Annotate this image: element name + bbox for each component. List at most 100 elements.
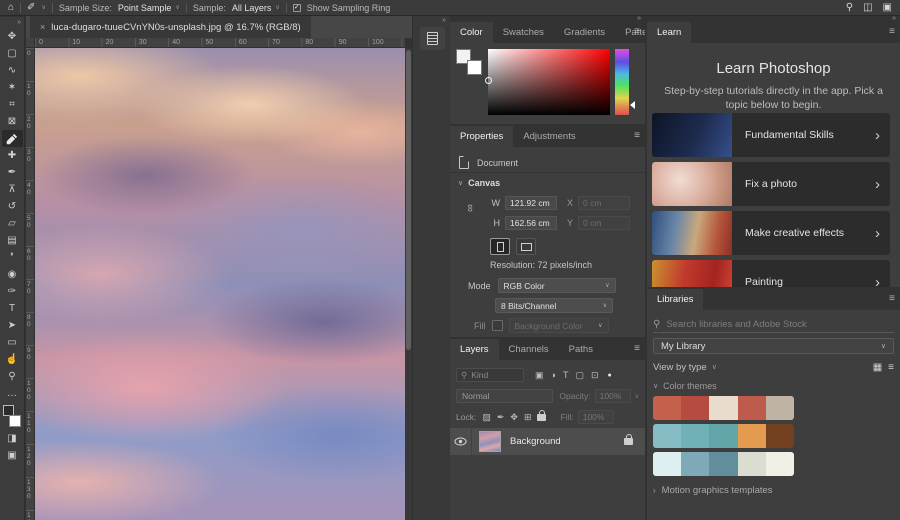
lock-all-icon[interactable] [537,414,546,421]
bit-depth-select[interactable]: 8 Bits/Channel ∨ [495,298,613,313]
hue-slider[interactable] [615,49,629,115]
crop-tool[interactable]: ⌗ [2,96,23,113]
canvas-image[interactable] [35,48,405,520]
lasso-tool[interactable]: ∿ [2,62,23,79]
lock-transparency-icon[interactable]: ▨ [482,412,491,423]
layer-thumbnail[interactable] [479,431,501,452]
background-color-swatch[interactable] [9,415,21,427]
view-by-type-label[interactable]: View by type [653,362,707,373]
grid-view-icon[interactable]: ▦ [873,362,882,373]
color-theme-swatch[interactable] [681,424,709,448]
type-tool[interactable]: T [2,300,23,317]
color-field-marker[interactable] [485,77,492,84]
move-tool[interactable]: ✥ [2,28,23,45]
marquee-tool[interactable]: ▢ [2,45,23,62]
tab-adjustments[interactable]: Adjustments [513,126,585,147]
filter-type-layers-icon[interactable]: T [563,370,569,381]
lock-artboard-icon[interactable]: ⊞ [524,412,532,423]
filter-smart-objects-icon[interactable]: ⊡ [591,370,599,381]
layer-row-background[interactable]: Background [450,428,645,455]
tab-channels[interactable]: Channels [499,339,559,360]
eyedropper-tool-icon[interactable]: ✐ [27,2,35,13]
color-theme-swatch[interactable] [738,424,766,448]
eraser-tool[interactable]: ▱ [2,215,23,232]
color-themes-header[interactable]: ∨ Color themes [653,381,717,391]
zoom-tool[interactable]: ⚲ [2,368,23,385]
libraries-search-input[interactable]: ⚲ Search libraries and Adobe Stock [653,317,894,333]
arrange-documents-icon[interactable]: ◫ [863,2,872,13]
learn-card-painting[interactable]: Painting› [652,260,890,287]
library-select[interactable]: My Library ∨ [653,338,894,354]
color-theme-swatch[interactable] [653,452,681,476]
panel-collapse-icon[interactable]: » [442,17,446,24]
tab-libraries[interactable]: Libraries [647,289,703,310]
motion-graphics-header[interactable]: › Motion graphics templates [653,485,773,496]
path-selection-tool[interactable]: ➤ [2,317,23,334]
history-brush-tool[interactable]: ↺ [2,198,23,215]
document-row[interactable]: Document [450,153,645,173]
hand-tool[interactable]: ☝ [2,351,23,368]
color-mode-select[interactable]: RGB Color ∨ [498,278,616,293]
shape-tool[interactable]: ▭ [2,334,23,351]
blur-tool[interactable]: ❜ [2,249,23,266]
object-selection-tool[interactable]: ✶ [2,79,23,96]
color-theme-swatch[interactable] [738,452,766,476]
color-theme-swatch[interactable] [681,452,709,476]
color-theme-swatch[interactable] [709,452,737,476]
filter-adjustment-layers-icon[interactable]: ◑ [551,370,556,381]
home-icon[interactable]: ⌂ [8,2,14,13]
color-theme-swatch[interactable] [709,424,737,448]
layer-lock-icon[interactable] [624,438,633,445]
color-theme-swatch[interactable] [653,396,681,420]
close-icon[interactable]: × [40,22,45,32]
color-theme-swatch[interactable] [681,396,709,420]
color-theme-swatch[interactable] [709,396,737,420]
orientation-portrait-button[interactable] [490,238,510,255]
sample-size-select[interactable]: Point Sample∨ [118,3,180,13]
tab-color[interactable]: Color [450,22,493,43]
search-icon[interactable]: ⚲ [846,2,853,13]
workspace-icon[interactable]: ▣ [883,2,892,13]
screen-mode-button[interactable]: ▣ [2,447,23,464]
tab-paths[interactable]: Paths [559,339,603,360]
document-tab[interactable]: × luca-dugaro-tuueCVnYN0s-unsplash.jpg @… [30,16,311,38]
canvas-scrollbar[interactable] [405,48,412,520]
color-theme-row[interactable] [653,452,794,476]
orientation-landscape-button[interactable] [516,238,536,255]
width-field[interactable]: 121.92 cm [505,196,557,210]
gradient-tool[interactable]: ▤ [2,232,23,249]
filter-shape-layers-icon[interactable]: ▢ [575,370,584,381]
color-theme-swatch[interactable] [766,396,794,420]
y-field[interactable]: 0 cm [578,216,630,230]
frame-tool[interactable]: ⊠ [2,113,23,130]
filter-toggle-icon[interactable]: ● [608,372,612,379]
quick-mask-button[interactable]: ◨ [2,430,23,447]
dodge-tool[interactable]: ◉ [2,266,23,283]
color-theme-row[interactable] [653,396,794,420]
pen-tool[interactable]: ✑ [2,283,23,300]
kind-filter-select[interactable]: ⚲ Kind [456,368,524,382]
tab-learn[interactable]: Learn [647,22,691,43]
layer-visibility-toggle[interactable] [450,428,472,455]
tab-layers[interactable]: Layers [450,339,499,360]
collapsed-history-panel-button[interactable] [420,27,445,50]
fill-color-select[interactable]: Background Color ∨ [509,318,609,333]
toolbar-ellipsis[interactable]: … [2,385,23,402]
lock-pixels-icon[interactable]: ✒ [497,412,505,423]
canvas-section-header[interactable]: ∨ Canvas [450,178,645,188]
color-field[interactable] [488,49,610,115]
background-color-swatch[interactable] [467,60,482,75]
panel-menu-icon[interactable]: ≡ [634,343,640,354]
toolbar-collapse-icon[interactable]: » [17,19,21,26]
panel-menu-icon[interactable]: ≡ [634,26,640,37]
brush-tool[interactable]: ✒ [2,164,23,181]
clone-stamp-tool[interactable]: ⊼ [2,181,23,198]
color-theme-swatch[interactable] [766,452,794,476]
learn-card-make-creative-effects[interactable]: Make creative effects› [652,211,890,255]
learn-card-fix-a-photo[interactable]: Fix a photo› [652,162,890,206]
color-theme-swatch[interactable] [738,396,766,420]
eyedropper-tool[interactable] [2,130,23,147]
learn-card-fundamental-skills[interactable]: Fundamental Skills› [652,113,890,157]
panel-menu-icon[interactable]: ≡ [634,130,640,141]
color-panel-swatches[interactable] [456,49,482,75]
